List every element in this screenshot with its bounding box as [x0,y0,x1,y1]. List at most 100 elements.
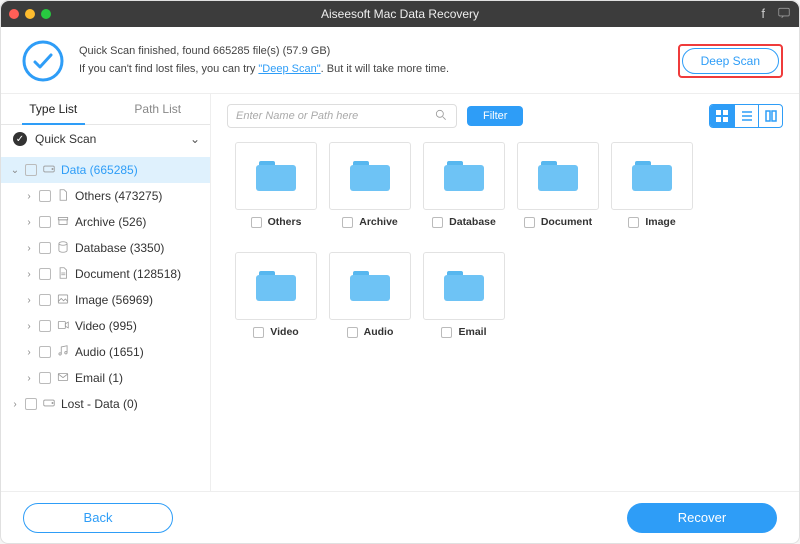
grid-item-image[interactable]: Image [607,142,697,252]
tree-item-label: Archive (526) [75,215,146,229]
disk-icon [41,162,57,179]
facebook-icon[interactable]: f [761,6,765,23]
checkbox[interactable] [39,216,51,228]
folder-icon [329,142,411,210]
tree-item-others[interactable]: › Others (473275) [1,183,210,209]
chevron-down-icon[interactable]: ⌄ [190,132,200,146]
checkbox[interactable] [39,190,51,202]
scan-complete-icon [21,39,65,83]
tree-root-data[interactable]: ⌄ Data (665285) [1,157,210,183]
grid-item-label: Video [270,326,298,338]
search-input[interactable]: Enter Name or Path here [227,104,457,128]
folder-icon [329,252,411,320]
checkbox[interactable] [25,164,37,176]
tree-item-label: Others (473275) [75,189,162,203]
tree-item-email[interactable]: › Email (1) [1,365,210,391]
tree-root-label: Data (665285) [61,163,138,177]
grid-item-label: Email [458,326,486,338]
view-switcher [709,104,783,128]
checkmark-icon: ✓ [13,132,27,146]
tree-item-video[interactable]: › Video (995) [1,313,210,339]
sidebar-tabs: Type List Path List [1,94,210,125]
grid-item-database[interactable]: Database [419,142,509,252]
app-window: Aiseesoft Mac Data Recovery f Quick Scan… [0,0,800,544]
view-list-button[interactable] [734,105,758,127]
chevron-right-icon[interactable]: › [9,399,21,410]
tree-item-audio[interactable]: › Audio (1651) [1,339,210,365]
view-columns-button[interactable] [758,105,782,127]
folder-icon [423,252,505,320]
deep-scan-link[interactable]: "Deep Scan" [258,63,320,75]
quick-scan-label: Quick Scan [35,132,96,146]
status-file-count: 665285 [213,45,250,57]
archive-icon [55,214,71,231]
checkbox[interactable] [253,327,264,338]
checkbox[interactable] [347,327,358,338]
checkbox[interactable] [432,217,443,228]
tree-lost-data[interactable]: › Lost - Data (0) [1,391,210,417]
back-button[interactable]: Back [23,503,173,533]
sidebar-tree: ⌄ Data (665285) › Others (473275) › Arch… [1,153,210,491]
tab-path-list[interactable]: Path List [106,94,211,124]
document-icon [55,266,71,283]
grid-item-label: Archive [359,216,398,228]
scan-status-bar: Quick Scan finished, found 665285 file(s… [1,27,799,94]
chevron-right-icon[interactable]: › [23,191,35,202]
chevron-right-icon[interactable]: › [23,269,35,280]
file-grid: Others Archive Database Document Image [211,138,799,491]
grid-item-audio[interactable]: Audio [325,252,415,362]
view-grid-button[interactable] [710,105,734,127]
tree-lost-label: Lost - Data (0) [61,397,138,411]
grid-item-email[interactable]: Email [419,252,509,362]
status-line2a: If you can't find lost files, you can tr… [79,63,258,75]
checkbox[interactable] [39,268,51,280]
tree-item-label: Audio (1651) [75,345,144,359]
file-icon [55,188,71,205]
grid-item-document[interactable]: Document [513,142,603,252]
checkbox[interactable] [25,398,37,410]
grid-item-archive[interactable]: Archive [325,142,415,252]
grid-item-label: Audio [364,326,394,338]
filter-button[interactable]: Filter [467,106,523,126]
checkbox[interactable] [251,217,262,228]
feedback-icon[interactable] [777,6,791,23]
deep-scan-button[interactable]: Deep Scan [682,48,779,74]
chevron-down-icon[interactable]: ⌄ [9,165,21,176]
deep-scan-highlight: Deep Scan [678,44,783,78]
checkbox[interactable] [39,372,51,384]
tree-item-document[interactable]: › Document (128518) [1,261,210,287]
checkbox[interactable] [39,242,51,254]
folder-icon [517,142,599,210]
chevron-right-icon[interactable]: › [23,321,35,332]
tree-item-label: Video (995) [75,319,137,333]
recover-button[interactable]: Recover [627,503,777,533]
checkbox[interactable] [342,217,353,228]
tree-item-database[interactable]: › Database (3350) [1,235,210,261]
tab-type-list[interactable]: Type List [1,94,106,124]
status-size: 57.9 GB [286,45,326,57]
tree-item-image[interactable]: › Image (56969) [1,287,210,313]
grid-item-video[interactable]: Video [231,252,321,362]
chevron-right-icon[interactable]: › [23,217,35,228]
checkbox[interactable] [441,327,452,338]
checkbox[interactable] [39,294,51,306]
chevron-right-icon[interactable]: › [23,373,35,384]
grid-item-label: Others [268,216,302,228]
chevron-right-icon[interactable]: › [23,295,35,306]
chevron-right-icon[interactable]: › [23,243,35,254]
tree-item-label: Image (56969) [75,293,153,307]
checkbox[interactable] [39,320,51,332]
status-line2b: . But it will take more time. [321,63,449,75]
audio-icon [55,344,71,361]
checkbox[interactable] [628,217,639,228]
tree-item-archive[interactable]: › Archive (526) [1,209,210,235]
status-line1c: ) [327,45,331,57]
grid-item-label: Document [541,216,592,228]
checkbox[interactable] [524,217,535,228]
chevron-right-icon[interactable]: › [23,347,35,358]
checkbox[interactable] [39,346,51,358]
sidebar-quick-scan-row[interactable]: ✓ Quick Scan ⌄ [1,125,210,153]
folder-icon [235,252,317,320]
grid-item-others[interactable]: Others [231,142,321,252]
grid-item-label: Database [449,216,496,228]
